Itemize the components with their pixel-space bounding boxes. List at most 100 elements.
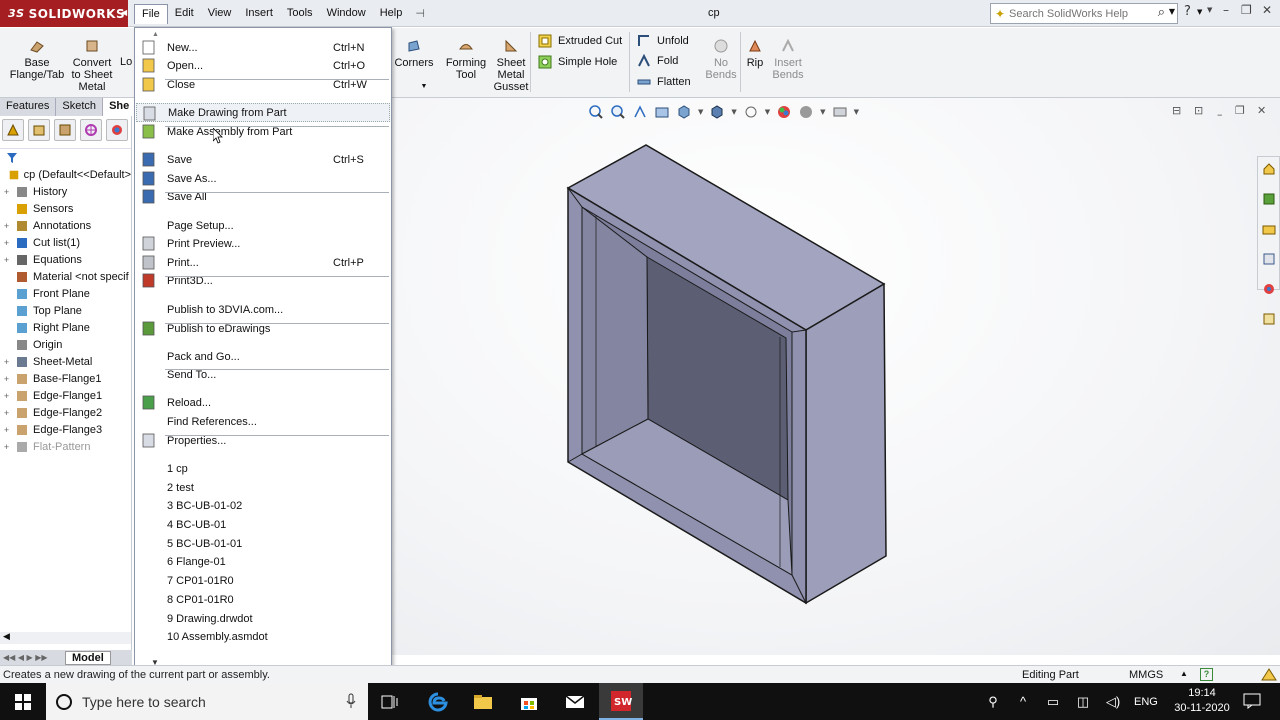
property-manager-tab-icon[interactable] xyxy=(28,119,50,141)
sheet-metal-box-model[interactable] xyxy=(560,142,890,607)
filter-icon[interactable] xyxy=(7,152,17,163)
file-menu-item[interactable]: 3 BC-UB-01-02 xyxy=(136,496,390,515)
search-icon[interactable]: ⌕ xyxy=(1158,5,1165,20)
file-explorer-icon[interactable] xyxy=(1262,222,1276,236)
tree-item[interactable]: Sensors xyxy=(0,200,131,217)
extruded-cut-button[interactable]: Extruded Cut xyxy=(538,34,622,48)
file-menu-item[interactable]: 4 BC-UB-01 xyxy=(136,515,390,534)
view-palette-icon[interactable] xyxy=(1262,252,1276,266)
tree-item[interactable]: cp (Default<<Default> xyxy=(0,166,131,183)
viewport-restore-icon[interactable]: ❐ xyxy=(1235,104,1245,117)
file-menu-item[interactable]: Print Preview... xyxy=(136,234,390,253)
tree-expander-icon[interactable]: + xyxy=(2,187,11,197)
insert-bends-button[interactable]: Insert Bends xyxy=(770,38,806,81)
file-menu-item[interactable]: Publish to eDrawings xyxy=(136,319,390,338)
tree-expander-icon[interactable]: + xyxy=(2,221,11,231)
forming-tool-button[interactable]: Forming Tool xyxy=(443,38,489,81)
file-menu-item[interactable]: Reload... xyxy=(136,393,390,412)
display-style-icon[interactable] xyxy=(709,104,725,120)
edge-browser-button[interactable] xyxy=(416,683,460,720)
file-menu-item[interactable]: 7 CP01-01R0 xyxy=(136,571,390,590)
tree-item[interactable]: + Base-Flange1 xyxy=(0,370,131,387)
sheet-metal-gusset-button[interactable]: Sheet Metal Gusset xyxy=(491,38,531,93)
file-menu-item[interactable]: Make Drawing from Part xyxy=(136,103,390,122)
tree-item[interactable]: + Edge-Flange2 xyxy=(0,404,131,421)
file-menu-item[interactable]: Print3D... xyxy=(136,271,390,290)
tree-item[interactable]: Material <not specif xyxy=(0,268,131,285)
file-menu-item[interactable]: 9 Drawing.drwdot xyxy=(136,609,390,628)
design-library-icon[interactable] xyxy=(1262,192,1276,206)
status-help-icon[interactable]: ? xyxy=(1200,668,1213,681)
lofted-bend-button[interactable]: Lo xyxy=(120,56,134,68)
tree-item[interactable]: + Sheet-Metal xyxy=(0,353,131,370)
menu-edit[interactable]: Edit xyxy=(168,4,201,24)
store-button[interactable] xyxy=(507,683,551,720)
unit-system-dropdown-icon[interactable]: ▲ xyxy=(1180,669,1188,678)
viewport-split-icon[interactable]: ⊟ xyxy=(1172,104,1181,117)
unfold-button[interactable]: Unfold xyxy=(637,34,689,48)
help-search-input[interactable] xyxy=(1009,7,1149,20)
no-bends-button[interactable]: No Bends xyxy=(702,38,740,81)
notifications-icon[interactable] xyxy=(1243,693,1261,709)
tree-expander-icon[interactable]: + xyxy=(2,391,11,401)
apply-scene-icon[interactable] xyxy=(798,104,814,120)
edit-appearance-icon[interactable] xyxy=(776,104,792,120)
mail-button[interactable] xyxy=(553,683,597,720)
corners-button[interactable]: Corners ▼ xyxy=(394,38,434,93)
menu-insert[interactable]: Insert xyxy=(238,4,280,24)
tree-item[interactable]: + Edge-Flange3 xyxy=(0,421,131,438)
file-menu-item[interactable]: 6 Flange-01 xyxy=(136,552,390,571)
system-clock[interactable]: 19:14 30-11-2020 xyxy=(1172,686,1232,716)
convert-to-sheet-metal-button[interactable]: Convert to Sheet Metal xyxy=(68,38,116,93)
menu-view[interactable]: View xyxy=(201,4,239,24)
tree-expander-icon[interactable]: + xyxy=(2,238,11,248)
view-settings-dropdown-icon[interactable]: ▼ xyxy=(854,108,859,116)
tab-nav-arrows-icon[interactable]: ◀◀ ◀ ▶ ▶▶ xyxy=(3,653,48,662)
file-menu-item[interactable]: Close Ctrl+W xyxy=(136,75,390,94)
file-menu-item[interactable]: Save Ctrl+S xyxy=(136,150,390,169)
help-dropdown-icon[interactable]: ▼ xyxy=(1197,8,1202,16)
file-menu-item[interactable]: Make Assembly from Part xyxy=(136,122,390,141)
file-menu-item[interactable]: 5 BC-UB-01-01 xyxy=(136,534,390,553)
search-dropdown-icon[interactable]: ▼ xyxy=(1169,7,1175,16)
tree-item[interactable]: + Cut list(1) xyxy=(0,234,131,251)
tree-expander-icon[interactable]: + xyxy=(2,357,11,367)
options-arrow-icon[interactable]: ▼ xyxy=(1207,6,1212,14)
tree-expander-icon[interactable]: + xyxy=(2,374,11,384)
file-menu-item[interactable]: Pack and Go... xyxy=(136,347,390,366)
file-menu-item[interactable]: 10 Assembly.asmdot xyxy=(136,627,390,646)
tree-item[interactable]: Top Plane xyxy=(0,302,131,319)
file-menu-item[interactable]: New... Ctrl+N xyxy=(136,38,390,57)
previous-view-icon[interactable] xyxy=(632,104,648,120)
file-menu-item[interactable]: 1 cp xyxy=(136,459,390,478)
apply-scene-dropdown-icon[interactable]: ▼ xyxy=(820,108,825,116)
tree-item[interactable]: + History xyxy=(0,183,131,200)
task-view-button[interactable] xyxy=(368,683,412,720)
feature-manager-tab-icon[interactable] xyxy=(2,119,24,141)
people-icon[interactable]: ⚲ xyxy=(978,683,1008,720)
file-menu-item[interactable]: Print... Ctrl+P xyxy=(136,253,390,272)
view-settings-icon[interactable] xyxy=(832,104,848,120)
tree-filter[interactable] xyxy=(0,149,131,166)
tab-sketch[interactable]: Sketch xyxy=(56,98,104,116)
tree-item[interactable]: + Annotations xyxy=(0,217,131,234)
file-menu-item[interactable]: Properties... xyxy=(136,431,390,450)
close-window-icon[interactable]: ✕ xyxy=(1262,3,1272,17)
tab-features[interactable]: Features xyxy=(0,98,57,116)
restore-icon[interactable]: ❐ xyxy=(1241,3,1252,17)
viewport-tile-icon[interactable]: ⊡ xyxy=(1194,104,1203,117)
view-orientation-icon[interactable] xyxy=(676,104,692,120)
custom-properties-icon[interactable] xyxy=(1262,312,1276,326)
appearances-icon[interactable] xyxy=(1262,282,1276,296)
file-menu-item[interactable]: Find References... xyxy=(136,412,390,431)
dimxpert-tab-icon[interactable] xyxy=(80,119,102,141)
hide-show-items-icon[interactable] xyxy=(743,104,759,120)
microphone-icon[interactable] xyxy=(346,693,356,709)
file-menu-item[interactable]: Open... Ctrl+O xyxy=(136,56,390,75)
tree-expander-icon[interactable]: + xyxy=(2,425,11,435)
unit-system[interactable]: MMGS xyxy=(1129,669,1163,681)
zoom-to-area-icon[interactable] xyxy=(610,104,626,120)
view-orientation-dropdown-icon[interactable]: ▼ xyxy=(698,108,703,116)
flatten-button[interactable]: Flatten xyxy=(637,75,691,89)
zoom-to-fit-icon[interactable] xyxy=(588,104,604,120)
